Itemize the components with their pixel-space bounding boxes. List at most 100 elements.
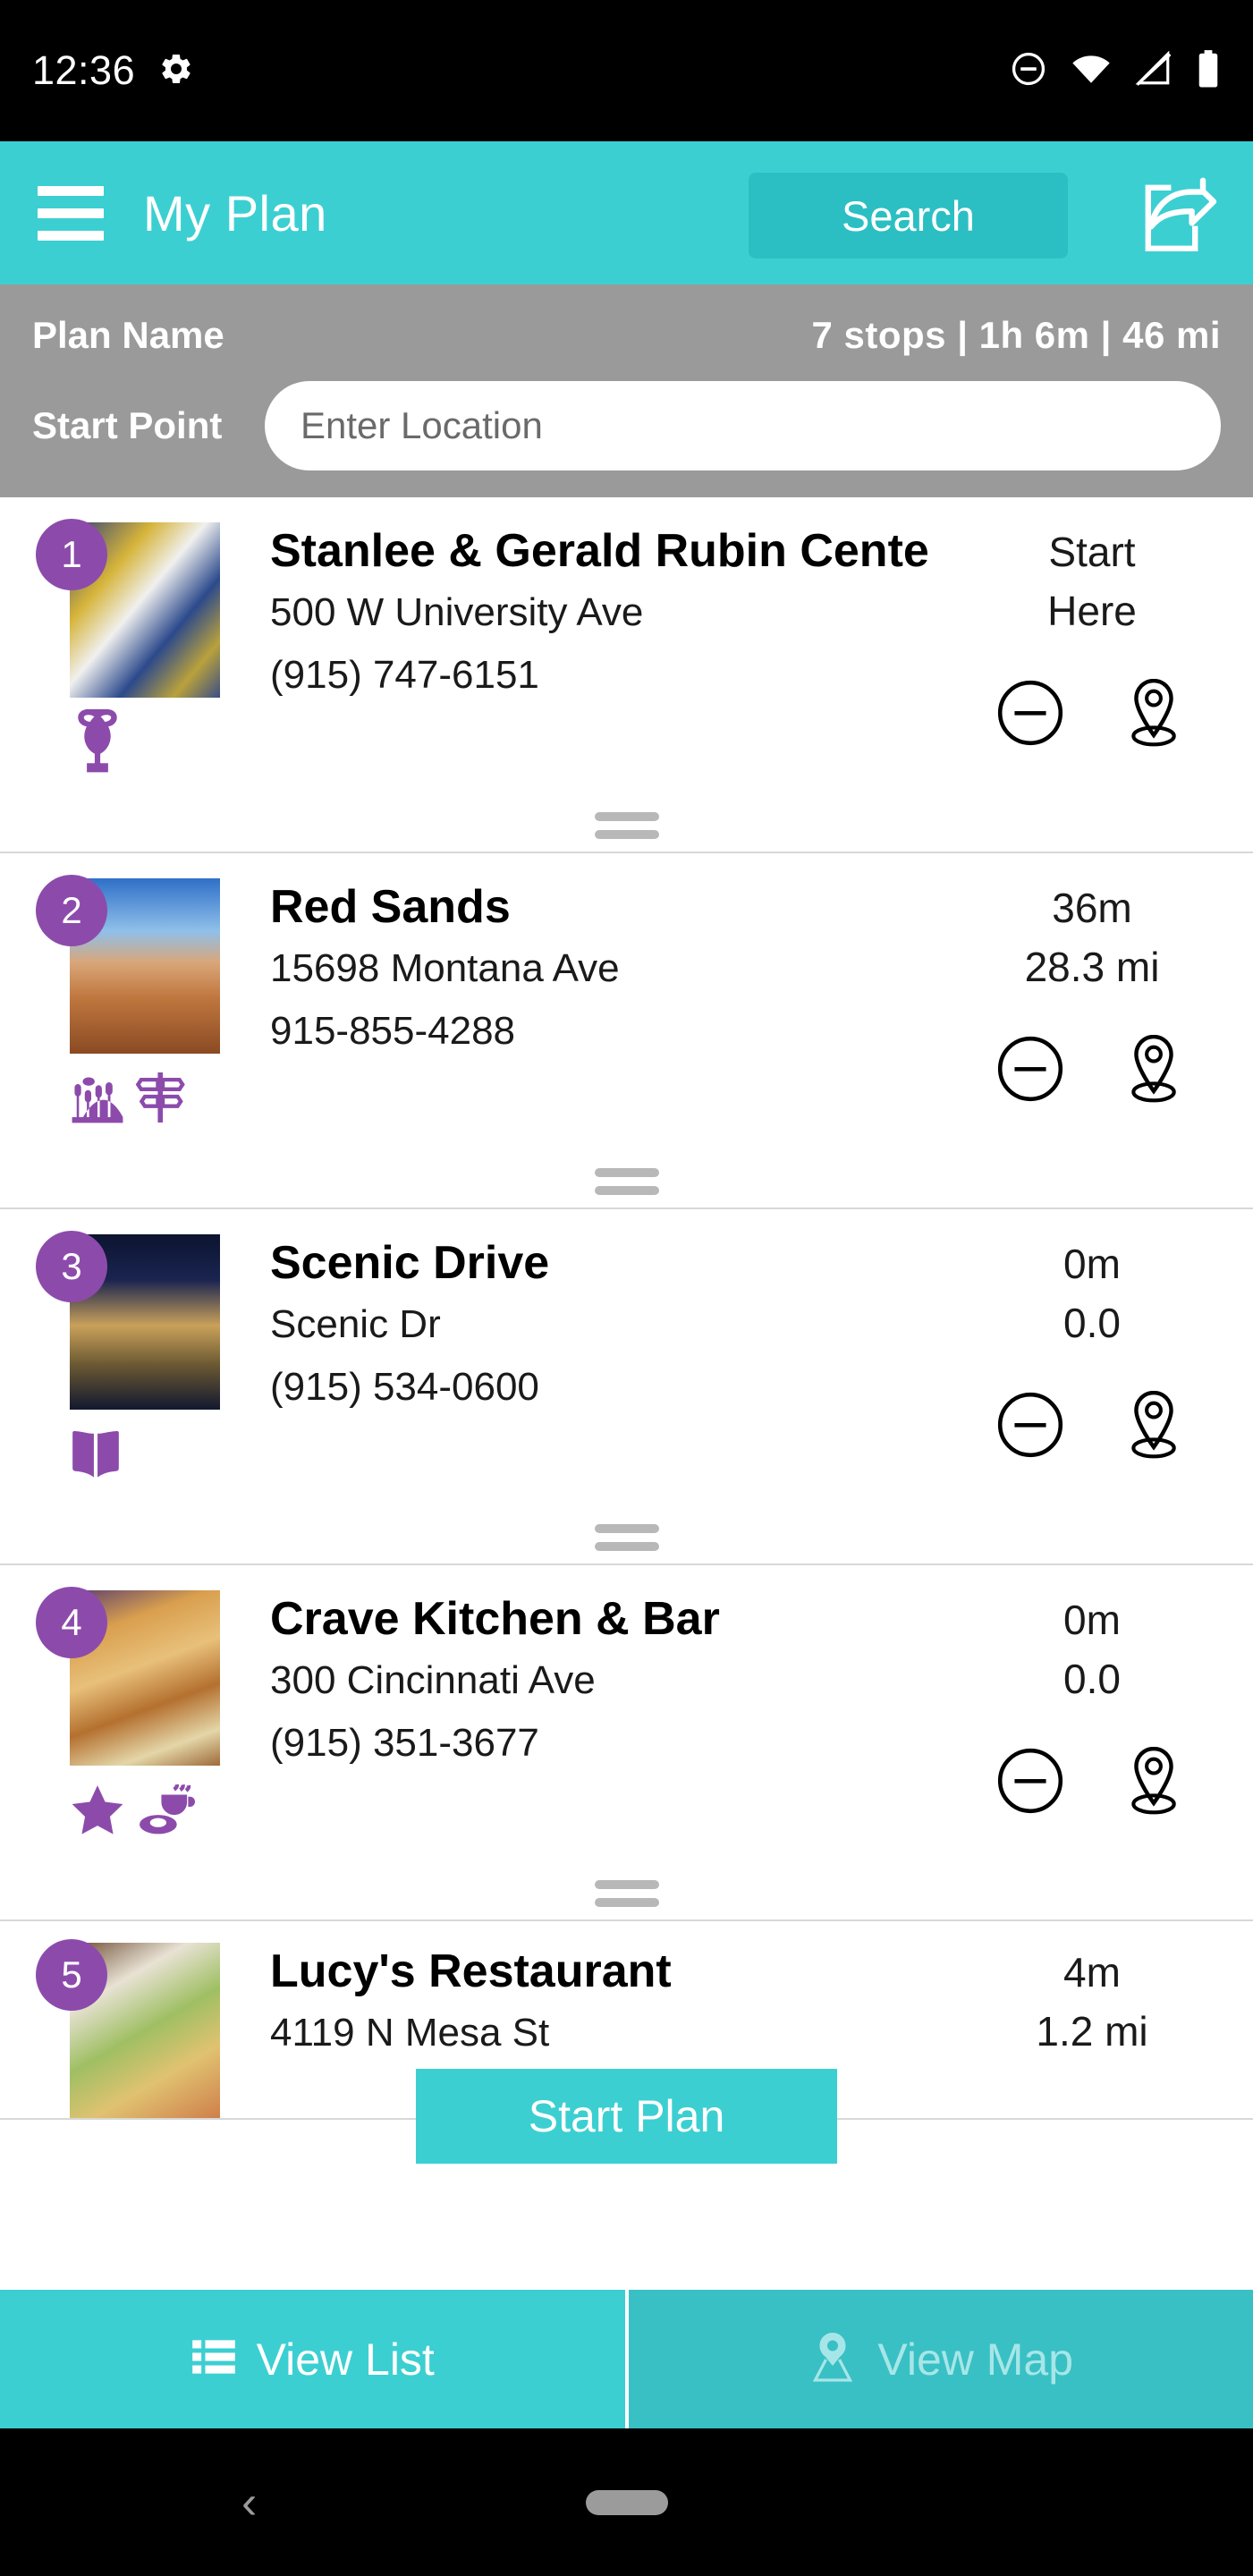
do-not-disturb-icon bbox=[1010, 50, 1047, 92]
stop-meta: 0m 0.0 bbox=[931, 1590, 1253, 1848]
map-pin-icon[interactable] bbox=[1119, 1744, 1189, 1822]
minus-circle-icon[interactable] bbox=[995, 1390, 1065, 1464]
stop-meta: 36m 28.3 mi bbox=[931, 878, 1253, 1136]
stop-list-item[interactable]: 2 Red Sands 15698 Montana Ave 915-855-42… bbox=[0, 853, 1253, 1209]
start-point-input[interactable] bbox=[265, 381, 1221, 470]
app-bar: My Plan Search bbox=[0, 141, 1253, 284]
minus-circle-icon[interactable] bbox=[995, 1034, 1065, 1108]
museum-vase-icon bbox=[70, 707, 125, 781]
tab-view-list[interactable]: View List bbox=[0, 2290, 629, 2428]
share-icon[interactable] bbox=[1140, 175, 1226, 256]
stop-thumbnail-area: 5 bbox=[0, 1939, 250, 2118]
open-book-icon bbox=[70, 1426, 122, 1486]
stop-address: 15698 Montana Ave bbox=[270, 946, 620, 991]
status-bar-clock: 12:36 bbox=[32, 47, 136, 93]
map-pin-icon[interactable] bbox=[1119, 1388, 1189, 1466]
stop-meta-line1: Start bbox=[1048, 529, 1136, 575]
stop-meta-line1: 0m bbox=[1063, 1597, 1121, 1643]
plan-name-label[interactable]: Plan Name bbox=[32, 314, 224, 357]
stop-category-icons bbox=[70, 1419, 250, 1492]
drag-handle-icon[interactable] bbox=[0, 1168, 1253, 1195]
outdoors-park-icon bbox=[70, 1070, 125, 1130]
stop-meta-line2: 0.0 bbox=[1063, 1299, 1121, 1346]
stop-meta-line2: 28.3 mi bbox=[1024, 943, 1160, 990]
stop-category-icons bbox=[70, 1063, 250, 1136]
stop-meta-line2: Here bbox=[1047, 587, 1137, 634]
android-nav-bar: ‹ bbox=[0, 2428, 1253, 2576]
wifi-icon bbox=[1071, 51, 1112, 91]
plan-stats: 7 stops | 1h 6m | 46 mi bbox=[811, 314, 1221, 356]
app-screen: 12:36 My Plan Search Plan Name 7 stops |… bbox=[0, 0, 1253, 2576]
stop-thumbnail-area: 1 bbox=[0, 519, 250, 780]
stop-number-badge: 4 bbox=[36, 1587, 107, 1658]
stop-meta: 4m 1.2 mi bbox=[931, 1943, 1253, 2118]
stop-meta-line2: 0.0 bbox=[1063, 1655, 1121, 1702]
stop-number-badge: 2 bbox=[36, 875, 107, 946]
home-pill-icon[interactable] bbox=[585, 2489, 668, 2515]
map-pin-icon[interactable] bbox=[1119, 1032, 1189, 1110]
tab-view-map[interactable]: View Map bbox=[628, 2290, 1253, 2428]
drag-handle-icon[interactable] bbox=[0, 1524, 1253, 1551]
star-icon bbox=[70, 1782, 125, 1842]
page-title: My Plan bbox=[143, 184, 327, 242]
stop-number-badge: 5 bbox=[36, 1939, 107, 2011]
stop-meta-line1: 0m bbox=[1063, 1241, 1121, 1287]
signpost-icon bbox=[135, 1070, 186, 1130]
status-bar: 12:36 bbox=[0, 0, 1253, 141]
stop-title: Stanlee & Gerald Rubin Center.. bbox=[270, 525, 931, 577]
stop-details: Crave Kitchen & Bar 300 Cincinnati Ave (… bbox=[250, 1590, 931, 1848]
drag-handle-icon[interactable] bbox=[0, 812, 1253, 839]
stop-meta-line1: 4m bbox=[1063, 1949, 1121, 1996]
stop-thumbnail-area: 4 bbox=[0, 1587, 250, 1848]
stop-meta: 0m 0.0 bbox=[931, 1234, 1253, 1492]
list-icon bbox=[190, 2334, 237, 2385]
stop-list-item[interactable]: 3 Scenic Drive Scenic Dr (915) 534-0600 … bbox=[0, 1209, 1253, 1565]
stop-details: Scenic Drive Scenic Dr (915) 534-0600 bbox=[250, 1234, 931, 1492]
tab-view-list-label: View List bbox=[256, 2334, 435, 2385]
start-plan-button[interactable]: Start Plan bbox=[416, 2069, 837, 2164]
minus-circle-icon[interactable] bbox=[995, 1746, 1065, 1820]
map-pin-icon[interactable] bbox=[1119, 676, 1189, 754]
stop-title: Lucy's Restaurant bbox=[270, 1945, 672, 1997]
plan-summary-row: Plan Name 7 stops | 1h 6m | 46 mi bbox=[0, 304, 1253, 367]
stop-details: Red Sands 15698 Montana Ave 915-855-4288 bbox=[250, 878, 931, 1136]
stop-phone[interactable]: (915) 351-3677 bbox=[270, 1720, 931, 1767]
stop-title: Crave Kitchen & Bar bbox=[270, 1593, 720, 1645]
start-point-row: Start Point bbox=[0, 367, 1253, 470]
stop-meta-line2: 1.2 mi bbox=[1036, 2007, 1148, 2055]
back-chevron-icon[interactable]: ‹ bbox=[241, 2476, 257, 2529]
stop-title: Scenic Drive bbox=[270, 1237, 550, 1289]
stop-phone[interactable]: (915) 747-6151 bbox=[270, 652, 931, 699]
stop-thumbnail-area: 3 bbox=[0, 1231, 250, 1492]
stop-list: 1 Stanlee & Gerald Rubin Center.. 500 W … bbox=[0, 497, 1253, 2120]
plan-info-bar: Plan Name 7 stops | 1h 6m | 46 mi Start … bbox=[0, 284, 1253, 497]
coffee-cup-icon bbox=[136, 1782, 195, 1842]
cell-signal-icon bbox=[1135, 50, 1173, 91]
drag-handle-icon[interactable] bbox=[0, 1880, 1253, 1907]
gear-icon bbox=[158, 51, 194, 91]
stop-number-badge: 3 bbox=[36, 1231, 107, 1302]
stop-phone[interactable]: (915) 534-0600 bbox=[270, 1364, 931, 1411]
tab-view-map-label: View Map bbox=[877, 2334, 1074, 2385]
stop-number-badge: 1 bbox=[36, 519, 107, 590]
search-button[interactable]: Search bbox=[749, 173, 1068, 258]
stop-list-item[interactable]: 4 Crave Kitchen & Bar 300 Cincinnati Ave bbox=[0, 1565, 1253, 1921]
stop-meta: Start Here bbox=[931, 522, 1253, 780]
stop-category-icons bbox=[70, 707, 250, 780]
stop-address: 500 W University Ave bbox=[270, 590, 644, 635]
stop-list-item[interactable]: 1 Stanlee & Gerald Rubin Center.. 500 W … bbox=[0, 497, 1253, 853]
map-pin-icon bbox=[808, 2330, 858, 2388]
stop-details: Stanlee & Gerald Rubin Center.. 500 W Un… bbox=[250, 522, 931, 780]
stop-address: 4119 N Mesa St bbox=[270, 2011, 550, 2055]
stop-phone[interactable]: 915-855-4288 bbox=[270, 1008, 931, 1055]
stop-title: Red Sands bbox=[270, 881, 511, 933]
battery-icon bbox=[1196, 49, 1221, 93]
stop-thumbnail-area: 2 bbox=[0, 875, 250, 1136]
minus-circle-icon[interactable] bbox=[995, 678, 1065, 752]
stop-category-icons bbox=[70, 1775, 250, 1848]
status-bar-icons bbox=[1010, 49, 1221, 93]
stop-address: Scenic Dr bbox=[270, 1302, 441, 1347]
stop-meta-line1: 36m bbox=[1052, 885, 1132, 931]
stop-address: 300 Cincinnati Ave bbox=[270, 1658, 596, 1703]
hamburger-menu-icon[interactable] bbox=[38, 185, 104, 241]
